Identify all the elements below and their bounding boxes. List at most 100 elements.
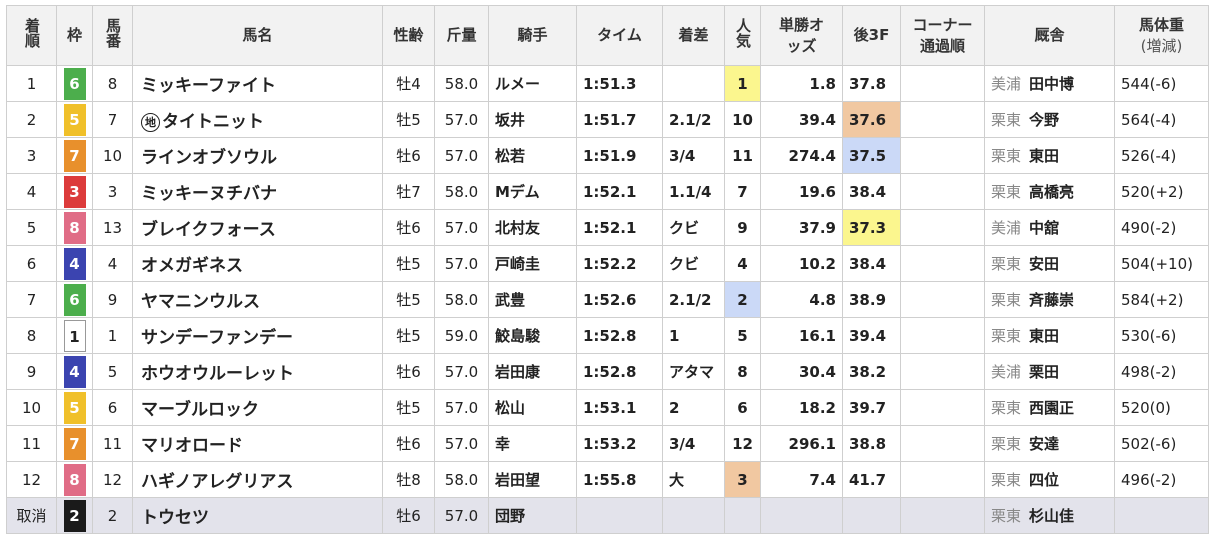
- result-row: 7 6 9 ヤマニンウルス 牡5 58.0 武豊 1:52.6 2.1/2 2 4.8 38.9 栗東斉…: [6, 281, 1209, 318]
- trainer-name[interactable]: 今野: [1029, 111, 1059, 129]
- weight-cell: 57.0: [434, 137, 489, 174]
- margin-cell: クビ: [662, 209, 725, 246]
- trainer-name[interactable]: 高橋亮: [1029, 183, 1074, 201]
- last3f-cell: 38.8: [842, 425, 901, 462]
- horse-name[interactable]: ブレイクフォース: [141, 220, 276, 240]
- jockey-link[interactable]: 幸: [488, 425, 577, 462]
- horse-name[interactable]: サンデーファンデー: [141, 328, 293, 348]
- corner-cell: [900, 173, 985, 210]
- horse-name-link[interactable]: トウセツ: [132, 497, 383, 534]
- sex-age-cell: 牡6: [382, 209, 435, 246]
- popularity-cell: 6: [724, 389, 761, 426]
- jockey-link[interactable]: 松若: [488, 137, 577, 174]
- trainer-name[interactable]: 安達: [1029, 435, 1059, 453]
- jockey-link[interactable]: 戸崎圭: [488, 245, 577, 282]
- body-weight-cell: 490(-2): [1114, 209, 1209, 246]
- horse-name-link[interactable]: サンデーファンデー: [132, 317, 383, 354]
- trainer-name[interactable]: 東田: [1029, 327, 1059, 345]
- time-cell: 1:53.2: [576, 425, 663, 462]
- horse-number-cell: 4: [92, 245, 133, 282]
- frame-cell: 8: [56, 461, 93, 498]
- frame-cell: 5: [56, 389, 93, 426]
- last3f-cell: 39.4: [842, 317, 901, 354]
- frame-badge: 1: [63, 319, 86, 352]
- stable-cell: 美浦 栗田: [984, 353, 1115, 390]
- horse-name-link[interactable]: オメガギネス: [132, 245, 383, 282]
- horse-name[interactable]: トウセツ: [141, 508, 209, 528]
- horse-name[interactable]: ヤマニンウルス: [141, 292, 260, 312]
- trainer-name[interactable]: 四位: [1029, 471, 1059, 489]
- jockey-link[interactable]: 岩田望: [488, 461, 577, 498]
- horse-name-link[interactable]: 地タイトニット: [132, 101, 383, 138]
- odds-cell: 16.1: [760, 317, 843, 354]
- sex-age-cell: 牡6: [382, 137, 435, 174]
- horse-name[interactable]: マーブルロック: [141, 400, 259, 420]
- horse-name-link[interactable]: ミッキーヌチバナ: [132, 173, 383, 210]
- stable-cell: 美浦 中舘: [984, 209, 1115, 246]
- odds-cell: 10.2: [760, 245, 843, 282]
- horse-name[interactable]: ミッキーファイト: [141, 76, 276, 96]
- horse-name-link[interactable]: ミッキーファイト: [132, 65, 383, 102]
- horse-name-link[interactable]: ヤマニンウルス: [132, 281, 383, 318]
- horse-name-link[interactable]: ホウオウルーレット: [132, 353, 383, 390]
- popularity-cell: 7: [724, 173, 761, 210]
- horse-name-link[interactable]: マリオロード: [132, 425, 383, 462]
- frame-badge: 5: [63, 103, 86, 136]
- horse-name-link[interactable]: ラインオブソウル: [132, 137, 383, 174]
- trainer-name[interactable]: 栗田: [1029, 363, 1059, 381]
- stable-cell: 栗東 四位: [984, 461, 1115, 498]
- jockey-link[interactable]: 坂井: [488, 101, 577, 138]
- jockey-link[interactable]: 岩田康: [488, 353, 577, 390]
- finish-cell: 1: [6, 65, 57, 102]
- corner-cell: [900, 353, 985, 390]
- horse-name-link[interactable]: ハギノアレグリアス: [132, 461, 383, 498]
- trainer-name[interactable]: 田中博: [1029, 75, 1074, 93]
- stable-region: 美浦: [991, 75, 1022, 93]
- trainer-name[interactable]: 安田: [1029, 255, 1059, 273]
- header-frame: 枠: [56, 5, 93, 66]
- horse-name[interactable]: ミッキーヌチバナ: [141, 184, 277, 204]
- margin-cell: 3/4: [662, 425, 725, 462]
- jockey-link[interactable]: ルメー: [488, 65, 577, 102]
- horse-name[interactable]: ラインオブソウル: [141, 148, 277, 168]
- sex-age-cell: 牡6: [382, 497, 435, 534]
- jockey-link[interactable]: 団野: [488, 497, 577, 534]
- jockey-link[interactable]: Mデム: [488, 173, 577, 210]
- trainer-name[interactable]: 斉藤崇: [1029, 291, 1074, 309]
- result-row: 6 4 4 オメガギネス 牡5 57.0 戸崎圭 1:52.2 クビ 4 10.2 38.4 栗東 安田 5…: [6, 245, 1209, 282]
- horse-name[interactable]: タイトニット: [162, 112, 264, 132]
- odds-cell: [760, 497, 843, 534]
- stable-region: 栗東: [991, 183, 1022, 201]
- header-odds-label: 単勝オッズ: [778, 15, 824, 55]
- horse-name[interactable]: マリオロード: [141, 436, 243, 456]
- horse-number-cell: 5: [92, 353, 133, 390]
- trainer-name[interactable]: 中舘: [1029, 219, 1059, 237]
- horse-name-link[interactable]: ブレイクフォース: [132, 209, 383, 246]
- trainer-name[interactable]: 西園正: [1029, 399, 1074, 417]
- frame-badge: 3: [63, 175, 86, 208]
- corner-cell: [900, 461, 985, 498]
- jockey-link[interactable]: 北村友: [488, 209, 577, 246]
- body-weight-cell: 564(-4): [1114, 101, 1209, 138]
- jockey-link[interactable]: 鮫島駿: [488, 317, 577, 354]
- jockey-link[interactable]: 武豊: [488, 281, 577, 318]
- horse-name-link[interactable]: マーブルロック: [132, 389, 383, 426]
- finish-cell: 9: [6, 353, 57, 390]
- horse-name[interactable]: ホウオウルーレット: [141, 364, 294, 384]
- corner-cell: [900, 209, 985, 246]
- header-corner-label: コーナー通過順: [912, 15, 973, 55]
- header-jockey: 騎手: [488, 5, 577, 66]
- weight-cell: 57.0: [434, 389, 489, 426]
- horse-name[interactable]: ハギノアレグリアス: [141, 472, 293, 492]
- jockey-link[interactable]: 松山: [488, 389, 577, 426]
- frame-badge: 6: [63, 67, 86, 100]
- header-time: タイム: [576, 5, 663, 66]
- horse-name[interactable]: オメガギネス: [141, 256, 243, 276]
- trainer-name[interactable]: 杉山佳: [1029, 507, 1074, 525]
- header-body-weight-label: 馬体重: [1138, 15, 1184, 34]
- trainer-name[interactable]: 東田: [1029, 147, 1059, 165]
- horse-number-cell: 13: [92, 209, 133, 246]
- last3f-cell: [842, 497, 901, 534]
- corner-cell: [900, 317, 985, 354]
- margin-cell: 3/4: [662, 137, 725, 174]
